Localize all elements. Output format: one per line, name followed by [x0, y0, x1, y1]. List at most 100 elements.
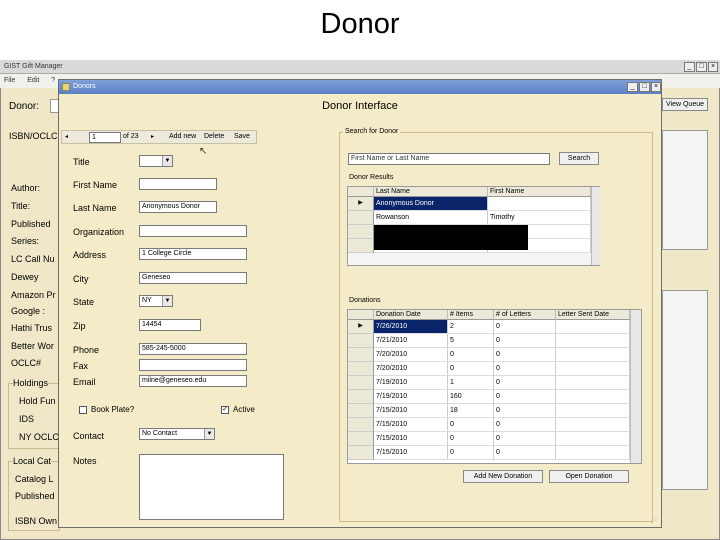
donor-row-cell[interactable] — [488, 197, 591, 211]
donation-row-cell[interactable]: 0 — [448, 362, 494, 376]
first-name-input[interactable] — [139, 178, 217, 190]
donation-row-cell[interactable]: 7/26/2010 — [374, 320, 448, 334]
donation-row-cell[interactable]: 0 — [494, 390, 556, 404]
donation-row-cell[interactable]: 1 — [448, 376, 494, 390]
donation-row-cell[interactable] — [556, 446, 630, 460]
bg-maximize-icon[interactable]: □ — [696, 62, 707, 72]
holdings-group-label: Holdings — [13, 378, 49, 388]
menu-help[interactable]: ? — [51, 77, 55, 84]
active-checkbox[interactable]: ✓ — [221, 406, 229, 414]
donation-row-cell[interactable]: 7/15/2010 — [374, 432, 448, 446]
donation-row-cell[interactable]: 7/20/2010 — [374, 348, 448, 362]
donation-row-cell[interactable] — [556, 432, 630, 446]
nav-next-icon[interactable]: ▸ — [151, 133, 154, 140]
donation-row-cell[interactable]: 0 — [494, 320, 556, 334]
donation-row-cell[interactable]: 0 — [494, 432, 556, 446]
donor-col-last[interactable]: Last Name — [374, 187, 488, 197]
donation-row-cell[interactable]: 0 — [448, 348, 494, 362]
organization-label: Organization — [73, 227, 125, 237]
donor-row-cell[interactable]: Timothy — [488, 211, 591, 225]
bg-minimize-icon[interactable]: _ — [684, 62, 695, 72]
donations-col-items[interactable]: # Items — [448, 310, 494, 320]
donor-col-first[interactable]: First Name — [488, 187, 591, 197]
bg-label-amazon: Amazon Pr — [11, 290, 56, 300]
donation-row-cell[interactable]: 0 — [494, 334, 556, 348]
bg-close-icon[interactable]: × — [708, 62, 718, 72]
city-input[interactable]: Geneseo — [139, 272, 247, 284]
dialog-maximize-icon[interactable]: □ — [639, 82, 650, 92]
state-select[interactable]: NY ▼ — [139, 295, 173, 307]
state-value: NY — [142, 297, 152, 304]
fax-input[interactable] — [139, 359, 247, 371]
zip-label: Zip — [73, 321, 86, 331]
nav-delete-button[interactable]: Delete — [204, 133, 224, 140]
dialog-close-icon[interactable]: × — [651, 82, 661, 92]
nav-position-input[interactable]: 1 — [89, 132, 121, 143]
menu-edit[interactable]: Edit — [27, 77, 39, 84]
donation-row-cell[interactable] — [556, 348, 630, 362]
donation-row-cell[interactable]: 7/19/2010 — [374, 390, 448, 404]
open-donation-button[interactable]: Open Donation — [549, 470, 629, 483]
donation-row-cell[interactable]: 5 — [448, 334, 494, 348]
donation-row-cell[interactable] — [556, 418, 630, 432]
nav-save-button[interactable]: Save — [234, 133, 250, 140]
email-input[interactable]: milne@geneseo.edu — [139, 375, 247, 387]
title-select[interactable]: ▼ — [139, 155, 173, 167]
donation-row-cell[interactable]: 0 — [494, 348, 556, 362]
donation-row-cell[interactable] — [556, 362, 630, 376]
donation-row-cell[interactable] — [556, 320, 630, 334]
donation-row-cell[interactable]: 7/15/2010 — [374, 404, 448, 418]
donation-row-cell[interactable] — [556, 404, 630, 418]
donation-row-cell[interactable] — [556, 390, 630, 404]
donor-row-cell[interactable]: Anonymous Donor — [374, 197, 488, 211]
donation-row-cell[interactable]: 0 — [448, 446, 494, 460]
resize-grip-icon[interactable]: ⋰ — [651, 517, 657, 524]
book-plate-checkbox[interactable] — [79, 406, 87, 414]
donations-table: Donation Date # Items # of Letters Lette… — [347, 309, 642, 464]
donor-results-hscroll[interactable] — [348, 253, 591, 265]
row-header — [348, 446, 374, 460]
donor-search-input[interactable]: First Name or Last Name — [348, 153, 550, 165]
donation-row-cell[interactable]: 0 — [494, 376, 556, 390]
phone-input[interactable]: 585-245-5000 — [139, 343, 247, 355]
donation-row-cell[interactable]: 2 — [448, 320, 494, 334]
contact-select[interactable]: No Contact ▼ — [139, 428, 215, 440]
search-button[interactable]: Search — [559, 152, 599, 165]
donation-row-cell[interactable]: 0 — [494, 446, 556, 460]
donation-row-cell[interactable]: 7/19/2010 — [374, 376, 448, 390]
address-input[interactable]: 1 College Circle — [139, 248, 247, 260]
donation-row-cell[interactable]: 0 — [494, 418, 556, 432]
nav-add-button[interactable]: Add new — [169, 133, 196, 140]
donations-scrollbar[interactable] — [630, 310, 641, 463]
donation-row-cell[interactable]: 0 — [494, 362, 556, 376]
local-item-catalog: Catalog L — [15, 474, 54, 484]
book-plate-label: Book Plate? — [91, 405, 135, 414]
donation-row-cell[interactable] — [556, 376, 630, 390]
zip-input[interactable]: 14454 — [139, 319, 201, 331]
donor-row-cell[interactable]: Rowanson — [374, 211, 488, 225]
donation-row-cell[interactable]: 0 — [448, 432, 494, 446]
add-new-donation-button[interactable]: Add New Donation — [463, 470, 543, 483]
organization-input[interactable] — [139, 225, 247, 237]
donor-results-scrollbar[interactable] — [591, 187, 600, 265]
donations-col-sent[interactable]: Letter Sent Date — [556, 310, 630, 320]
nav-prev-icon[interactable]: ◂ — [65, 133, 68, 140]
notes-textarea[interactable] — [139, 454, 284, 520]
donation-row-cell[interactable] — [556, 334, 630, 348]
donation-row-cell[interactable]: 7/15/2010 — [374, 418, 448, 432]
donations-col-date[interactable]: Donation Date — [374, 310, 448, 320]
donation-row-cell[interactable]: 0 — [448, 418, 494, 432]
donation-row-cell[interactable]: 160 — [448, 390, 494, 404]
dialog-minimize-icon[interactable]: _ — [627, 82, 638, 92]
donation-row-cell[interactable]: 7/21/2010 — [374, 334, 448, 348]
donation-row-cell[interactable]: 0 — [494, 404, 556, 418]
menu-file[interactable]: File — [4, 77, 15, 84]
donations-col-letters[interactable]: # of Letters — [494, 310, 556, 320]
donation-row-cell[interactable]: 7/15/2010 — [374, 446, 448, 460]
window-app-icon — [62, 83, 70, 91]
view-queue-button[interactable]: View Queue — [662, 98, 708, 111]
donation-row-cell[interactable]: 7/20/2010 — [374, 362, 448, 376]
last-name-input[interactable]: Anonymous Donor — [139, 201, 217, 213]
donation-row-cell[interactable]: 18 — [448, 404, 494, 418]
gift-manager-title: GIST Gift Manager — [4, 63, 63, 70]
